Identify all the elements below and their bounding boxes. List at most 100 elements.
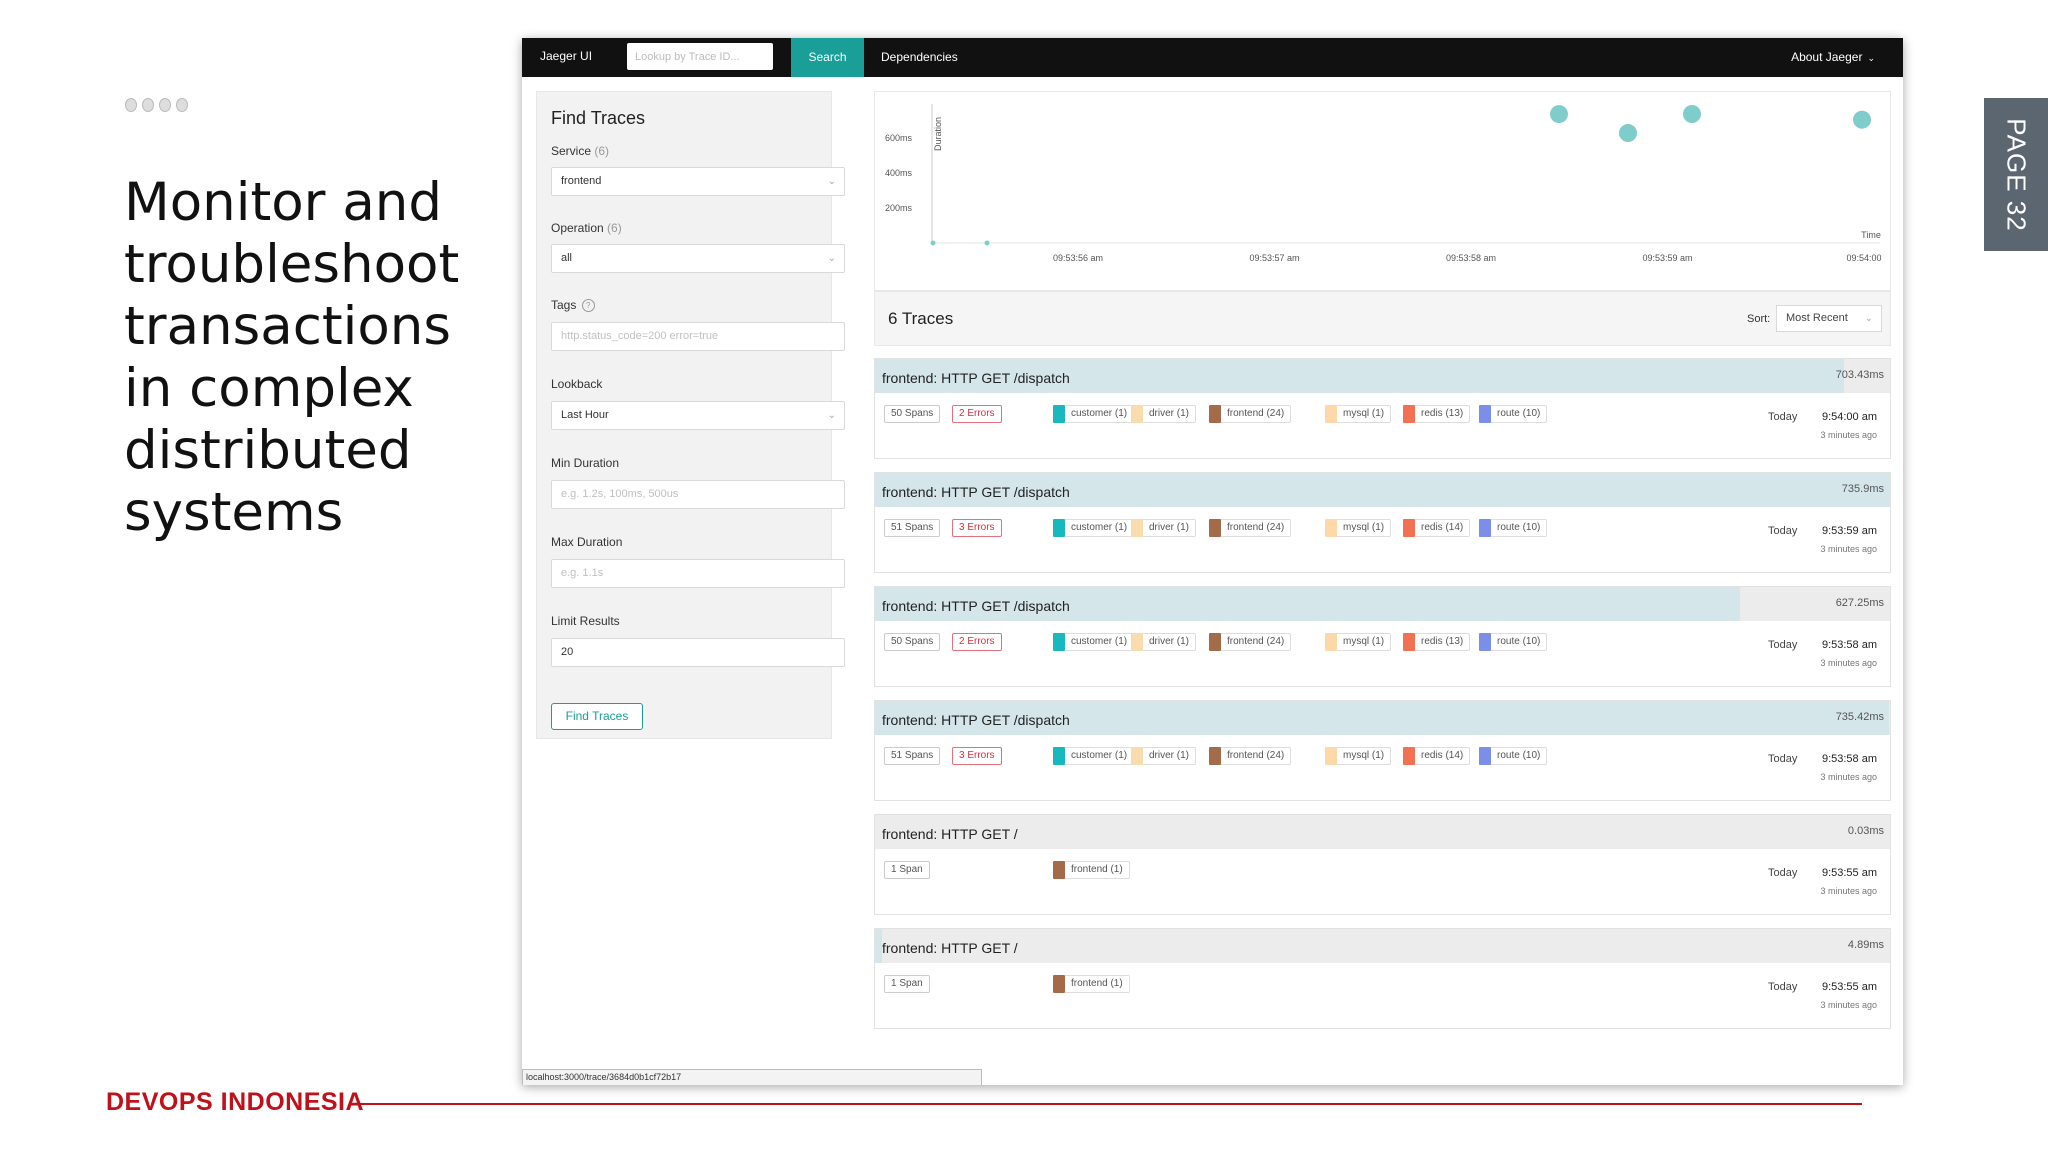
nav-brand-link[interactable]: Jaeger UI [540, 49, 592, 63]
sort-select[interactable]: Most Recent ⌄ [1776, 305, 1882, 332]
service-tag: customer (1) [1053, 633, 1135, 651]
top-nav: Jaeger UI Search Dependencies About Jaeg… [522, 38, 1903, 77]
service-tag-label: route (10) [1491, 747, 1548, 765]
service-tag: customer (1) [1053, 747, 1135, 765]
scatter-point [984, 240, 990, 246]
service-tag: redis (14) [1403, 747, 1471, 765]
page-number-tab: PAGE 32 [1984, 98, 2048, 251]
service-color-swatch [1053, 405, 1065, 423]
trace-day: Today [1768, 753, 1798, 765]
trace-id-lookup-input[interactable] [627, 43, 773, 70]
lookback-label: Lookback [551, 377, 603, 391]
chevron-down-icon: ⌄ [827, 410, 836, 421]
service-tag: driver (1) [1131, 747, 1197, 765]
operation-label: Operation (6) [551, 221, 622, 235]
service-tag-label: customer (1) [1065, 633, 1135, 651]
chevron-down-icon: ⌄ [1864, 313, 1873, 324]
find-traces-button[interactable]: Find Traces [551, 703, 643, 730]
trace-header[interactable]: frontend: HTTP GET /dispatch 735.42ms [875, 701, 1890, 735]
y-tick-label: 600ms [885, 133, 913, 143]
trace-name: frontend: HTTP GET /dispatch [882, 598, 1070, 614]
service-tag: mysql (1) [1325, 747, 1392, 765]
trace-relative-time: 3 minutes ago [1820, 544, 1877, 554]
trace-card[interactable]: frontend: HTTP GET / 4.89ms 1 Span frontend… [874, 928, 1891, 1029]
scatter-point [1853, 110, 1871, 129]
trace-header[interactable]: frontend: HTTP GET /dispatch 627.25ms [875, 587, 1890, 621]
nav-search-tab[interactable]: Search [791, 38, 864, 77]
span-count-badge: 1 Span [884, 861, 930, 879]
trace-card[interactable]: frontend: HTTP GET / 0.03ms 1 Span frontend… [874, 814, 1891, 915]
service-select[interactable]: frontend ⌄ [551, 167, 845, 196]
duration-scatter-chart: 200ms 400ms 600ms Duration 09:53:56 am 09:53:… [874, 91, 1891, 291]
trace-time: 9:53:59 am [1821, 525, 1877, 537]
service-tag: frontend (24) [1209, 633, 1292, 651]
span-count-badge: 50 Spans [884, 633, 941, 651]
trace-header[interactable]: frontend: HTTP GET / 4.89ms [875, 929, 1890, 963]
help-icon[interactable]: ? [581, 299, 595, 313]
x-tick-label: 09:53:56 am [1053, 253, 1103, 263]
scatter-point [1550, 105, 1568, 124]
service-tag-label: driver (1) [1143, 747, 1197, 765]
y-axis-label: Duration [933, 117, 943, 151]
trace-name: frontend: HTTP GET / [882, 826, 1018, 842]
chevron-down-icon: ⌄ [1867, 53, 1875, 63]
nav-dependencies-tab[interactable]: Dependencies [881, 38, 958, 77]
min-duration-label: Min Duration [551, 456, 620, 470]
error-count-badge: 2 Errors [952, 633, 1002, 651]
service-tag-label: route (10) [1491, 405, 1548, 423]
tags-input[interactable]: http.status_code=200 error=true [551, 322, 845, 351]
scatter-point [1619, 124, 1637, 143]
service-tag: driver (1) [1131, 633, 1197, 651]
trace-relative-time: 3 minutes ago [1820, 772, 1877, 782]
limit-results-label: Limit Results [551, 614, 620, 628]
operation-value: all [561, 252, 573, 264]
lookback-select[interactable]: Last Hour ⌄ [551, 401, 845, 430]
service-tag-label: redis (14) [1415, 519, 1471, 537]
limit-results-input[interactable]: 20 [551, 638, 845, 667]
operation-select[interactable]: all ⌄ [551, 244, 845, 273]
span-count-badge: 51 Spans [884, 747, 941, 765]
service-label-text: Service [551, 144, 592, 158]
error-count-badge: 3 Errors [952, 747, 1002, 765]
trace-day: Today [1768, 981, 1798, 993]
service-tag-label: customer (1) [1065, 747, 1135, 765]
service-color-swatch [1403, 405, 1415, 423]
service-tag-label: frontend (1) [1065, 861, 1130, 879]
about-jaeger-menu[interactable]: About Jaeger ⌄ [1791, 38, 1875, 77]
y-tick-label: 400ms [885, 168, 913, 178]
x-tick-label: 09:53:57 am [1249, 253, 1299, 263]
service-color-swatch [1053, 633, 1065, 651]
chevron-down-icon: ⌄ [827, 253, 836, 264]
slide-headline: Monitor and troubleshoot transactions in… [124, 172, 460, 543]
max-duration-input[interactable]: e.g. 1.1s [551, 559, 845, 588]
service-tag: route (10) [1479, 519, 1548, 537]
trace-card[interactable]: frontend: HTTP GET /dispatch 703.43ms 50 S… [874, 358, 1891, 459]
trace-duration: 627.25ms [1835, 597, 1884, 609]
trace-card[interactable]: frontend: HTTP GET /dispatch 627.25ms 50 S… [874, 586, 1891, 687]
trace-name: frontend: HTTP GET / [882, 940, 1018, 956]
operation-count: (6) [607, 221, 622, 235]
trace-card[interactable]: frontend: HTTP GET /dispatch 735.42ms 51 S… [874, 700, 1891, 801]
trace-card[interactable]: frontend: HTTP GET /dispatch 735.9ms 51 Sp… [874, 472, 1891, 573]
trace-duration: 735.9ms [1841, 483, 1884, 495]
service-value: frontend [561, 175, 602, 187]
service-tag-label: frontend (24) [1221, 405, 1292, 423]
service-color-swatch [1403, 519, 1415, 537]
trace-time: 9:53:58 am [1821, 753, 1877, 765]
trace-header[interactable]: frontend: HTTP GET / 0.03ms [875, 815, 1890, 849]
tags-label-text: Tags [551, 298, 577, 312]
trace-header[interactable]: frontend: HTTP GET /dispatch 735.9ms [875, 473, 1890, 507]
min-duration-input[interactable]: e.g. 1.2s, 100ms, 500us [551, 480, 845, 509]
service-tag: frontend (24) [1209, 405, 1292, 423]
error-count-badge: 2 Errors [952, 405, 1002, 423]
service-tag-label: customer (1) [1065, 519, 1135, 537]
service-color-swatch [1479, 519, 1491, 537]
y-tick-label: 200ms [885, 203, 913, 213]
trace-day: Today [1768, 867, 1798, 879]
sort-label: Sort: [1747, 313, 1771, 325]
trace-name: frontend: HTTP GET /dispatch [882, 484, 1070, 500]
browser-status-url: localhost:3000/trace/3684d0b1cf72b17 [522, 1069, 982, 1085]
trace-header[interactable]: frontend: HTTP GET /dispatch 703.43ms [875, 359, 1890, 393]
service-color-swatch [1053, 519, 1065, 537]
trace-day: Today [1768, 525, 1798, 537]
